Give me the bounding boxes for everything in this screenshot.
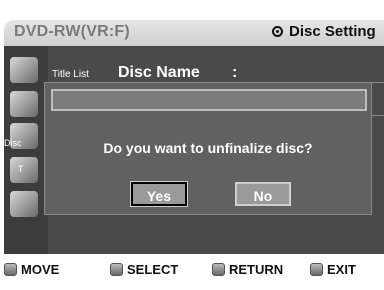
setup-icon <box>10 191 38 217</box>
page-title-text: Disc Setting <box>289 23 376 40</box>
footer-return: RETURN <box>212 262 283 277</box>
move-icon <box>4 263 17 276</box>
footer-select: SELECT <box>110 262 178 277</box>
yes-button[interactable]: Yes <box>130 181 188 207</box>
playlist-icon <box>10 91 38 117</box>
unfinalize-dialog: Do you want to unfinalize disc? Yes No <box>44 82 372 215</box>
footer-exit: EXIT <box>310 262 356 277</box>
sidebar-item-disc-manager[interactable]: Disc <box>4 120 46 154</box>
sidebar-item-label: Disc <box>4 138 22 148</box>
footer-select-label: SELECT <box>127 262 179 277</box>
sidebar-item-label: Title List <box>52 69 89 80</box>
device-label: DVD-RW(VR:F) <box>14 23 130 40</box>
no-button[interactable]: No <box>235 182 291 206</box>
return-icon <box>212 263 225 276</box>
timer-record-icon <box>10 157 38 183</box>
page-title: Disc Setting <box>272 23 376 40</box>
disc-setting-icon <box>272 26 283 37</box>
sidebar-item-setup[interactable] <box>6 188 46 222</box>
footer-return-label: RETURN <box>229 262 284 277</box>
exit-icon <box>310 263 323 276</box>
dialog-title-bar <box>51 89 367 111</box>
select-icon <box>110 263 123 276</box>
dialog-message: Do you want to unfinalize disc? <box>103 140 313 156</box>
sidebar-item-label: T <box>18 164 24 174</box>
disc-name-label: Disc Name <box>118 64 200 81</box>
footer-move-label: MOVE <box>21 262 60 277</box>
sidebar-item-timer-record[interactable]: T <box>6 154 46 188</box>
footer-exit-label: EXIT <box>327 262 356 277</box>
disc-name-field-edge <box>370 82 384 116</box>
footer-move: MOVE <box>4 262 59 277</box>
disc-name-colon: : <box>232 64 238 81</box>
title-list-icon <box>10 57 38 83</box>
sidebar-item-title-list[interactable] <box>6 54 46 88</box>
sidebar-item-playlist[interactable] <box>6 88 46 122</box>
